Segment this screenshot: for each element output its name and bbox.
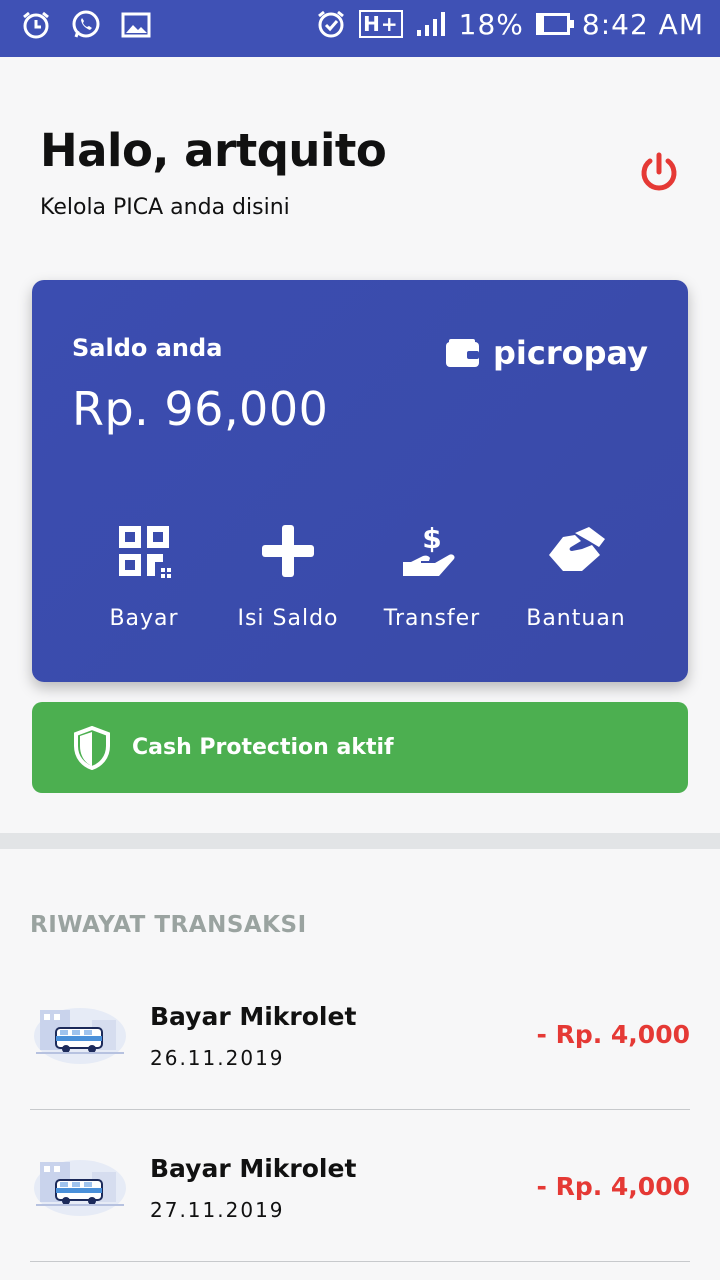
brand-name: picropay — [493, 334, 648, 372]
section-divider — [0, 833, 720, 849]
alarm-clock-icon — [315, 8, 347, 40]
history-title: RIWAYAT TRANSAKSI — [30, 912, 307, 938]
transfer-label: Transfer — [383, 606, 481, 631]
balance-card: Saldo anda Rp. 96,000 picropay Bayar Isi… — [32, 280, 688, 682]
quick-actions: Bayar Isi Saldo $ Transfer Bantuan — [72, 518, 688, 631]
battery-percent: 18% — [458, 7, 524, 41]
greeting-title: Halo, artquito — [40, 124, 387, 177]
logout-button[interactable] — [636, 150, 682, 196]
help-label: Bantuan — [526, 606, 626, 631]
dollar-hand-icon: $ — [403, 522, 455, 576]
minibus-icon — [34, 1160, 126, 1216]
transfer-button[interactable]: $ Transfer — [360, 518, 504, 631]
battery-icon — [535, 13, 574, 35]
network-type: H+ — [359, 10, 403, 38]
qr-code-icon — [119, 526, 171, 578]
cash-protection-banner[interactable]: Cash Protection aktif — [32, 702, 688, 793]
status-bar: H+ 18% 8:42 AM — [0, 0, 720, 57]
plus-icon — [262, 525, 314, 577]
greeting-subtitle: Kelola PICA anda disini — [40, 195, 290, 220]
shield-icon — [74, 725, 110, 770]
gallery-icon — [120, 9, 152, 41]
cash-protection-label: Cash Protection aktif — [132, 735, 394, 760]
svg-text:$: $ — [422, 522, 441, 555]
power-icon — [641, 152, 677, 191]
whatsapp-icon — [70, 9, 102, 41]
transaction-date: 27.11.2019 — [150, 1198, 285, 1222]
transaction-row[interactable]: Bayar Mikrolet 26.11.2019 - Rp. 4,000 — [30, 958, 690, 1110]
minibus-icon — [34, 1008, 126, 1064]
help-button[interactable]: Bantuan — [504, 518, 648, 631]
balance-amount: Rp. 96,000 — [72, 382, 329, 436]
balance-label: Saldo anda — [72, 334, 223, 362]
wallet-icon — [446, 339, 480, 367]
signal-icon — [415, 8, 447, 40]
status-bar-system: H+ 18% 8:42 AM — [315, 4, 704, 44]
handshake-icon — [549, 527, 605, 571]
transaction-title: Bayar Mikrolet — [150, 1002, 357, 1031]
alarm-icon — [20, 9, 52, 41]
transaction-amount: - Rp. 4,000 — [536, 1020, 690, 1049]
brand-logo: picropay — [445, 334, 648, 372]
transaction-title: Bayar Mikrolet — [150, 1154, 357, 1183]
transaction-row[interactable]: Bayar Mikrolet 27.11.2019 - Rp. 4,000 — [30, 1110, 690, 1262]
top-up-label: Isi Saldo — [237, 606, 339, 631]
pay-button[interactable]: Bayar — [72, 518, 216, 631]
transaction-date: 26.11.2019 — [150, 1046, 285, 1070]
clock: 8:42 AM — [581, 7, 704, 41]
transaction-amount: - Rp. 4,000 — [536, 1172, 690, 1201]
top-up-button[interactable]: Isi Saldo — [216, 518, 360, 631]
pay-label: Bayar — [109, 606, 179, 631]
status-bar-notifications — [20, 8, 152, 42]
